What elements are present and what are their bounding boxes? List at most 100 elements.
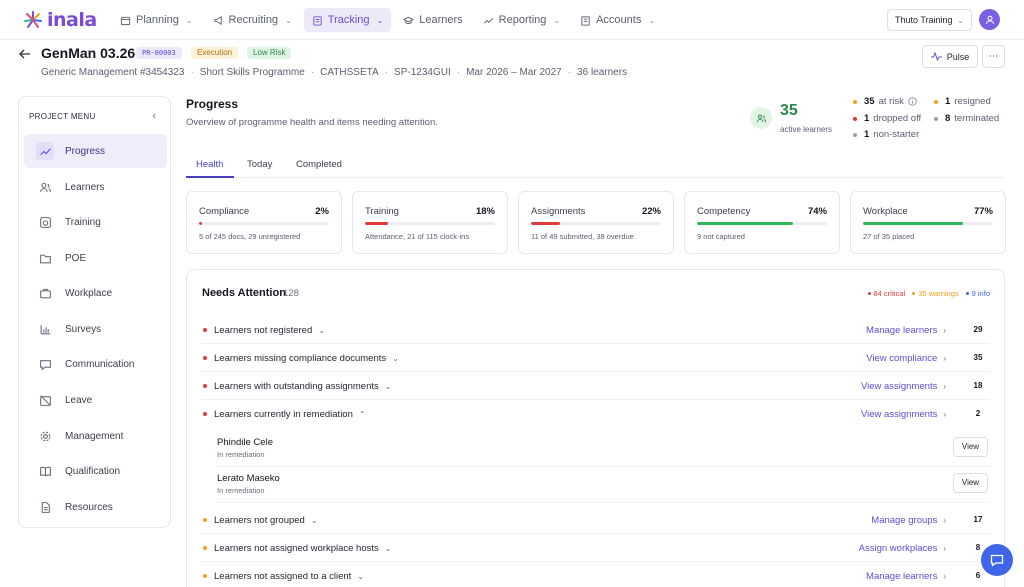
sidebar-item-qualification[interactable]: Qualification [24, 454, 167, 488]
stat-label: resigned [954, 96, 991, 107]
sidebar-item-management[interactable]: Management [24, 419, 167, 453]
sidebar-item-training[interactable]: Training [24, 205, 167, 239]
sidebar-item-learners[interactable]: Learners [24, 170, 167, 204]
view-learner-button[interactable]: View [953, 473, 988, 493]
attention-row[interactable]: Learners not assigned workplace hosts ⌄ A… [201, 534, 990, 562]
nav-reporting[interactable]: Reporting ⌄ [475, 8, 568, 32]
chevron-down-icon[interactable]: ⌄ [392, 354, 399, 363]
chat-bubble-icon [39, 359, 51, 371]
chevron-right-icon: › [943, 544, 946, 553]
info-icon[interactable] [908, 97, 917, 106]
attention-row-link[interactable]: View assignments › [861, 381, 946, 392]
sidebar-item-label: Qualification [65, 465, 121, 477]
attention-row-link[interactable]: Assign workplaces › [859, 543, 946, 554]
legend-info: 9 info [965, 289, 990, 298]
sidebar-item-surveys[interactable]: Surveys [24, 312, 167, 346]
tab-health[interactable]: Health [196, 159, 223, 170]
nav-learners-label: Learners [419, 14, 463, 26]
meta-seta: CATHSSETA [320, 67, 379, 78]
avatar[interactable] [979, 9, 1000, 30]
sidebar-item-progress[interactable]: Progress [24, 134, 167, 168]
attention-row[interactable]: Learners not assigned to a client ⌄ Manag… [201, 562, 990, 587]
sidebar-item-poe[interactable]: POE [24, 241, 167, 275]
training-icon [39, 216, 51, 228]
attention-row-count: 18 [973, 381, 983, 390]
metric-card-assignments[interactable]: Assignments 22% 11 of 49 submitted, 38 o… [518, 191, 674, 254]
severity-dot [203, 518, 207, 522]
sidebar-item-resources[interactable]: Resources [24, 490, 167, 524]
chevron-up-icon[interactable]: ⌃ [359, 410, 366, 419]
metric-card-training[interactable]: Training 18% Attendance, 21 of 115 clock… [352, 191, 508, 254]
top-navigation: inala Planning ⌄ Recruiting ⌄ Tracking ⌄… [0, 0, 1024, 40]
collapse-chevron-icon[interactable]: ‹ [152, 110, 156, 122]
sidebar-item-workplace[interactable]: Workplace [24, 276, 167, 310]
nav-tracking[interactable]: Tracking ⌄ [303, 8, 392, 32]
sidebar-item-label: Management [65, 430, 124, 442]
sidebar-item-leave[interactable]: Leave [24, 383, 167, 417]
attention-row-link[interactable]: Manage groups › [871, 515, 946, 526]
view-learner-button[interactable]: View [953, 437, 988, 457]
sidebar-item-communication[interactable]: Communication [24, 347, 167, 381]
nav-recruiting[interactable]: Recruiting ⌄ [205, 8, 300, 32]
progress-fill [697, 222, 794, 225]
chevron-down-icon[interactable]: ⌄ [318, 326, 325, 335]
metric-label: Workplace [863, 206, 908, 217]
learner-name: Phindile Cele [217, 437, 273, 448]
attention-row-link[interactable]: View assignments › [861, 409, 946, 420]
attention-link-label: View compliance [866, 353, 938, 364]
page-subtitle: Overview of programme health and items n… [186, 117, 438, 128]
metric-detail: 27 of 35 placed [863, 232, 915, 241]
chevron-down-icon[interactable]: ⌄ [385, 382, 392, 391]
metric-card-workplace[interactable]: Workplace 77% 27 of 35 placed [850, 191, 1006, 254]
attention-row-link[interactable]: View compliance › [866, 353, 946, 364]
chevron-down-icon: ⌄ [185, 15, 193, 25]
chevron-down-icon[interactable]: ⌄ [311, 516, 318, 525]
building-icon [581, 15, 590, 26]
attention-row[interactable]: Learners not grouped ⌄ Manage groups › 17 [201, 506, 990, 534]
chevron-down-icon: ⌄ [553, 15, 561, 25]
attention-row[interactable]: Learners missing compliance documents ⌄ V… [201, 344, 990, 372]
nav-learners[interactable]: Learners [395, 8, 470, 32]
severity-dot [203, 574, 207, 578]
stat-at-risk: 35 at risk [853, 96, 917, 107]
nav-planning-label: Planning [136, 14, 179, 26]
folder-icon [39, 254, 51, 263]
attention-row-link[interactable]: Manage learners › [866, 571, 946, 582]
risk-badge: Low Risk [247, 47, 292, 59]
progress-bar [697, 222, 827, 225]
attention-row[interactable]: Learners currently in remediation ⌃ View … [201, 400, 990, 428]
pulse-button[interactable]: Pulse [922, 45, 978, 68]
stat-label: non-starter [873, 129, 920, 140]
more-options-button[interactable]: ⋯ [982, 45, 1005, 68]
user-icon [985, 15, 994, 24]
attention-row[interactable]: Learners with outstanding assignments ⌄ V… [201, 372, 990, 400]
back-arrow-icon[interactable] [18, 47, 32, 61]
organization-select[interactable]: Thuto Training ⌄ [887, 9, 972, 31]
attention-row-count: 35 [973, 353, 983, 362]
metric-card-competency[interactable]: Competency 74% 9 not captured [684, 191, 840, 254]
nav-planning[interactable]: Planning ⌄ [112, 8, 201, 32]
nav-accounts[interactable]: Accounts ⌄ [572, 8, 663, 32]
attention-row[interactable]: Learners not registered ⌄ Manage learners… [201, 316, 990, 344]
meta-date-range: Mar 2026 – Mar 2027 [466, 67, 562, 78]
attention-row-label: Learners not grouped [214, 515, 305, 526]
attention-row-link[interactable]: Manage learners › [866, 325, 946, 336]
clipboard-icon [313, 15, 322, 26]
sidebar-item-label: Workplace [65, 287, 113, 299]
pulse-button-label: Pulse [946, 51, 970, 62]
chevron-down-icon[interactable]: ⌄ [385, 544, 392, 553]
chevron-down-icon: ⌄ [957, 15, 964, 25]
tab-completed[interactable]: Completed [296, 159, 342, 170]
attention-row-label: Learners not registered [214, 325, 313, 336]
stat-resigned: 1 resigned [934, 96, 991, 107]
chat-launcher-button[interactable] [981, 544, 1013, 576]
metric-card-compliance[interactable]: Compliance 2% 5 of 245 docs, 29 unregist… [186, 191, 342, 254]
attention-link-label: View assignments [860, 381, 938, 392]
logo[interactable]: inala [22, 7, 97, 33]
chevron-right-icon: › [943, 516, 946, 525]
chevron-down-icon[interactable]: ⌄ [357, 572, 364, 581]
stat-value: 1 [945, 96, 951, 107]
sidebar-item-label: Resources [65, 501, 113, 513]
tab-today[interactable]: Today [247, 159, 272, 170]
stat-value: 8 [945, 113, 951, 124]
